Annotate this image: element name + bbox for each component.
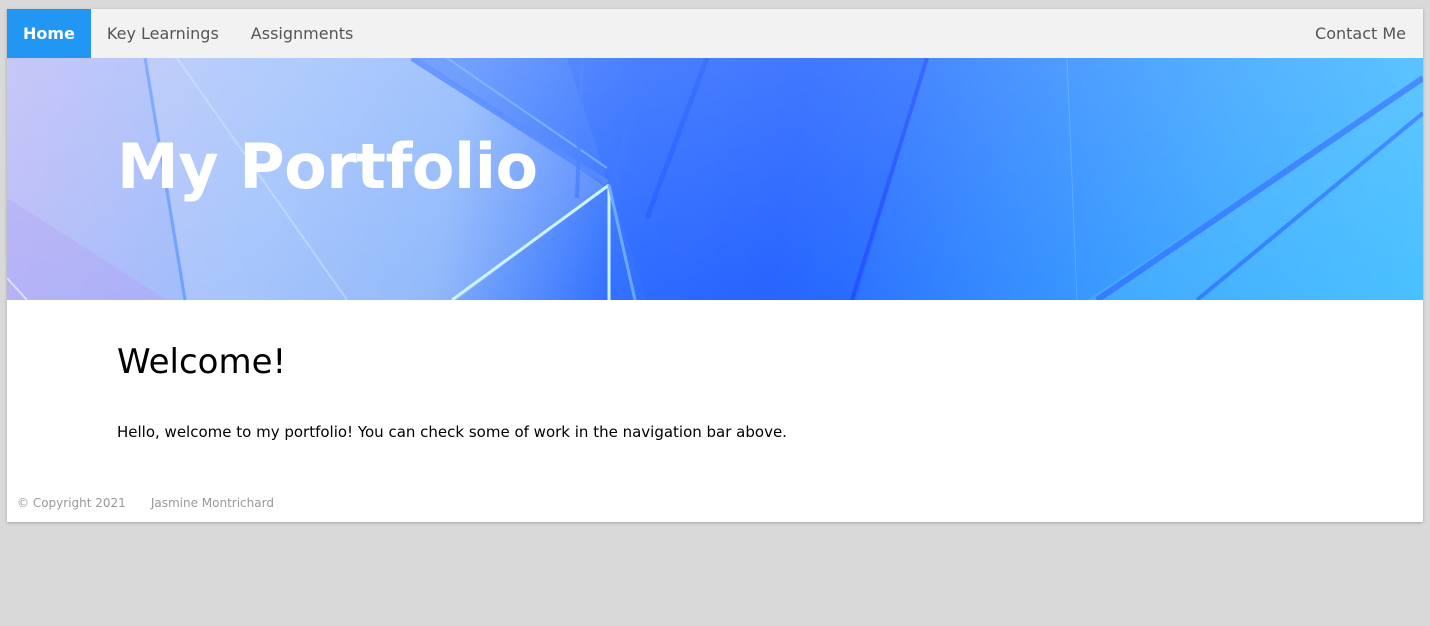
page-container: Home Key Learnings Assignments Contact M… bbox=[7, 9, 1423, 522]
footer-copyright: © Copyright 2021 bbox=[17, 496, 126, 510]
welcome-paragraph: Hello, welcome to my portfolio! You can … bbox=[117, 423, 787, 441]
hero-banner: My Portfolio bbox=[7, 58, 1423, 300]
welcome-heading: Welcome! bbox=[117, 342, 287, 382]
footer-author: Jasmine Montrichard bbox=[150, 496, 274, 510]
top-navbar: Home Key Learnings Assignments Contact M… bbox=[7, 9, 1423, 58]
nav-contact-me-link[interactable]: Contact Me bbox=[1299, 9, 1423, 58]
nav-key-learnings-link[interactable]: Key Learnings bbox=[91, 9, 235, 58]
nav-assignments-link[interactable]: Assignments bbox=[235, 9, 370, 58]
hero-title: My Portfolio bbox=[117, 130, 538, 203]
page-footer: © Copyright 2021 Jasmine Montrichard bbox=[17, 496, 274, 510]
nav-home-link[interactable]: Home bbox=[7, 9, 91, 58]
